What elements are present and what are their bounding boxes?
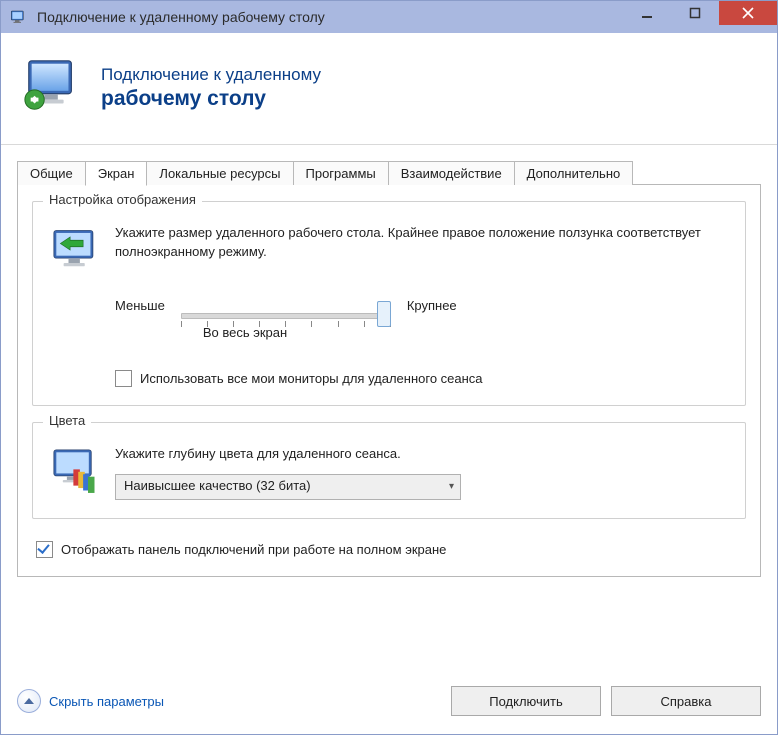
- show-connection-bar-label: Отображать панель подключений при работе…: [61, 542, 446, 557]
- header-banner: Подключение к удаленному рабочему столу: [1, 33, 777, 145]
- caption-buttons: [623, 1, 777, 25]
- resolution-slider[interactable]: [181, 303, 391, 309]
- header-line2: рабочему столу: [101, 87, 321, 111]
- app-icon: [9, 8, 27, 26]
- tab-programs[interactable]: Программы: [293, 161, 389, 185]
- close-button[interactable]: [719, 1, 777, 25]
- tab-advanced[interactable]: Дополнительно: [514, 161, 634, 185]
- show-connection-bar-checkbox[interactable]: [36, 541, 53, 558]
- group-colors-legend: Цвета: [43, 413, 91, 428]
- resolution-slider-row: Меньше Крупнее: [115, 298, 729, 313]
- display-desc: Укажите размер удаленного рабочего стола…: [115, 224, 729, 262]
- tab-local-resources[interactable]: Локальные ресурсы: [146, 161, 293, 185]
- hide-options-link[interactable]: Скрыть параметры: [17, 689, 164, 713]
- window-title: Подключение к удаленному рабочему столу: [37, 9, 325, 25]
- bottom-bar: Скрыть параметры Подключить Справка: [17, 686, 761, 716]
- use-all-monitors-label: Использовать все мои мониторы для удален…: [140, 371, 483, 386]
- minimize-button[interactable]: [623, 1, 671, 25]
- maximize-button[interactable]: [671, 1, 719, 25]
- group-colors: Цвета: [32, 422, 746, 519]
- tab-panel-display: Настройка отображения Укажите размер уда…: [17, 184, 761, 577]
- help-button[interactable]: Справка: [611, 686, 761, 716]
- tab-experience[interactable]: Взаимодействие: [388, 161, 515, 185]
- button-row: Подключить Справка: [451, 686, 761, 716]
- colors-desc: Укажите глубину цвета для удаленного сеа…: [115, 445, 729, 464]
- header-text: Подключение к удаленному рабочему столу: [101, 65, 321, 111]
- tab-display[interactable]: Экран: [85, 161, 148, 186]
- rdc-logo-icon: [21, 55, 83, 120]
- color-depth-icon: [49, 445, 101, 497]
- monitor-size-icon: [49, 224, 101, 276]
- rdc-window: Подключение к удаленному рабочему столу: [0, 0, 778, 735]
- tab-general[interactable]: Общие: [17, 161, 86, 185]
- use-all-monitors-checkbox[interactable]: [115, 370, 132, 387]
- titlebar[interactable]: Подключение к удаленному рабочему столу: [1, 1, 777, 33]
- chevron-down-icon: ▾: [449, 480, 454, 495]
- use-all-monitors-row[interactable]: Использовать все мои мониторы для удален…: [115, 370, 729, 387]
- tab-strip: Общие Экран Локальные ресурсы Программы …: [17, 159, 761, 185]
- color-depth-combo[interactable]: Наивысшее качество (32 бита) ▾: [115, 474, 461, 500]
- hide-options-label: Скрыть параметры: [49, 694, 164, 709]
- slider-label-more: Крупнее: [407, 298, 457, 313]
- connect-button[interactable]: Подключить: [451, 686, 601, 716]
- chevron-up-icon: [17, 689, 41, 713]
- client-area: Общие Экран Локальные ресурсы Программы …: [1, 145, 777, 589]
- color-depth-value: Наивысшее качество (32 бита): [124, 477, 311, 496]
- header-line1: Подключение к удаленному: [101, 65, 321, 85]
- slider-thumb[interactable]: [377, 301, 391, 327]
- group-display-legend: Настройка отображения: [43, 192, 202, 207]
- show-connection-bar-row[interactable]: Отображать панель подключений при работе…: [36, 541, 742, 558]
- slider-label-less: Меньше: [115, 298, 165, 313]
- group-display-config: Настройка отображения Укажите размер уда…: [32, 201, 746, 406]
